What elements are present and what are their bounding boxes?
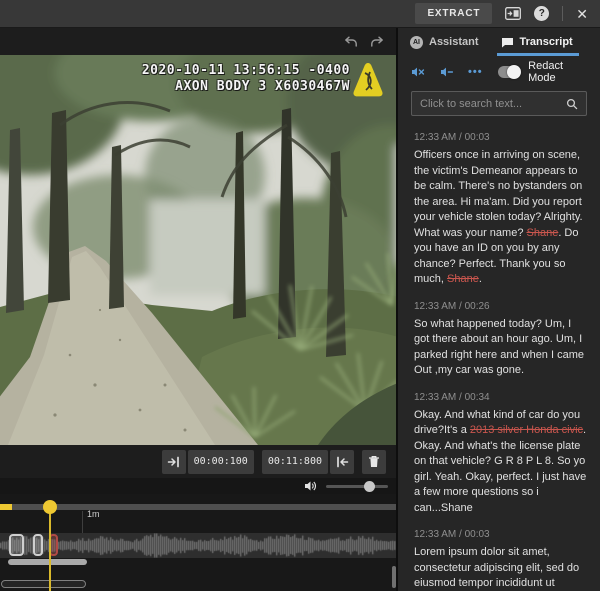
transcript-text: Lorem ipsum dolor sit amet, consectetur … [414,545,587,591]
assistant-ai-icon: AI [410,36,423,49]
video-player[interactable]: 2020-10-11 13:56:15 -0400 AXON BODY 3 X6… [0,55,396,445]
skip-to-start-icon [167,456,180,468]
redacted-text: Shane [447,273,479,285]
ruler-tick [82,511,83,533]
top-bar: EXTRACT ? ✕ [0,0,600,28]
more-options-button[interactable]: ••• [468,67,483,77]
trim-start-field[interactable]: 00:00:100 [188,450,254,474]
transcript-timestamp: 12:33 AM / 00:26 [414,301,587,312]
timeline-horizontal-scrollbar[interactable] [1,580,86,588]
undo-icon [344,36,358,48]
redact-mode-toggle[interactable] [498,66,520,78]
volume-row [0,478,396,494]
redaction-marker[interactable] [33,534,43,556]
trim-controls: 00:00:100 00:11:800 [0,445,396,478]
video-panel: 2020-10-11 13:56:15 -0400 AXON BODY 3 X6… [0,28,398,591]
speaker-mute-icon [411,66,425,78]
main-area: 2020-10-11 13:56:15 -0400 AXON BODY 3 X6… [0,28,600,591]
tab-transcript-label: Transcript [520,36,573,48]
redacted-text: Shane [527,227,559,239]
ruler-label: 1m [87,509,100,519]
waveform [0,533,396,558]
toggle-knob [507,65,521,79]
redaction-marker[interactable] [9,534,24,556]
redacted-text: 2013 silver Honda civic [470,424,583,436]
volume-slider[interactable] [326,485,388,488]
transcript-timestamp: 12:33 AM / 00:03 [414,529,587,540]
transcript-entry[interactable]: 12:33 AM / 00:03 Officers once in arrivin… [414,132,587,288]
transcript-panel: AI Assistant Transcript [398,28,600,591]
chat-bubble-icon [501,37,514,48]
redact-mode-control: Redact Mode [498,60,587,84]
set-end-button[interactable] [330,450,354,474]
transcript-timestamp: 12:33 AM / 00:03 [414,132,587,143]
overlay-timestamp: 2020-10-11 13:56:15 -0400 [142,63,350,79]
video-overlay-text: 2020-10-11 13:56:15 -0400 AXON BODY 3 X6… [142,63,350,95]
timeline: 1m [0,494,396,591]
playhead-handle[interactable] [43,500,57,514]
transcript-text: Okay. And what kind of car do you drive?… [414,408,587,517]
speaker-minus-icon [440,66,453,78]
search-icon[interactable] [566,98,578,110]
video-toolbar [0,28,396,55]
transcript-toolbar: ••• Redact Mode [398,56,600,88]
skip-to-end-icon [336,456,349,468]
topbar-divider [562,6,563,21]
volume-knob[interactable] [364,481,375,492]
playhead-line [49,504,51,591]
popout-panel-icon [505,7,521,20]
redo-button[interactable] [370,36,384,48]
close-button[interactable]: ✕ [576,7,588,21]
extract-button[interactable]: EXTRACT [415,3,492,24]
scrub-bar[interactable] [0,504,396,510]
transcript-search [411,91,587,116]
delete-clip-button[interactable] [362,450,386,474]
trim-end-field[interactable]: 00:11:800 [262,450,328,474]
transcript-list: 12:33 AM / 00:03 Officers once in arrivin… [398,125,600,591]
overlay-camera-id: AXON BODY 3 X6030467W [142,79,350,95]
clip-segment-bar[interactable] [8,559,87,565]
popout-panel-button[interactable] [505,7,521,20]
timeline-vertical-scrollbar[interactable] [392,566,396,588]
panel-tabs: AI Assistant Transcript [398,28,600,56]
redact-mode-label: Redact Mode [528,60,587,84]
redo-icon [370,36,384,48]
help-icon: ? [534,6,549,21]
lower-audio-button[interactable] [440,66,453,78]
waveform-track[interactable] [0,533,396,558]
search-input[interactable] [420,98,560,110]
redaction-studio-window: EXTRACT ? ✕ [0,0,600,591]
transcript-timestamp: 12:33 AM / 00:34 [414,392,587,403]
axon-logo-icon [352,61,384,99]
speaker-icon [304,480,317,492]
transcript-entry[interactable]: 12:33 AM / 00:26 So what happened today? … [414,301,587,379]
transcript-text: Officers once in arriving on scene, the … [414,148,587,288]
mute-audio-button[interactable] [411,66,425,78]
scrub-selection[interactable] [0,504,12,510]
tab-transcript[interactable]: Transcript [501,28,573,56]
tab-assistant-label: Assistant [429,36,479,48]
volume-button[interactable] [304,480,317,492]
trash-icon [368,455,380,468]
transcript-text: So what happened today? Um, I got there … [414,317,587,379]
help-button[interactable]: ? [534,6,549,21]
undo-button[interactable] [344,36,358,48]
tab-assistant[interactable]: AI Assistant [410,28,479,56]
bodycam-footage [0,55,396,445]
transcript-entry[interactable]: 12:33 AM / 00:03 Lorem ipsum dolor sit am… [414,529,587,591]
set-start-button[interactable] [162,450,186,474]
transcript-entry[interactable]: 12:33 AM / 00:34 Okay. And what kind of c… [414,392,587,517]
